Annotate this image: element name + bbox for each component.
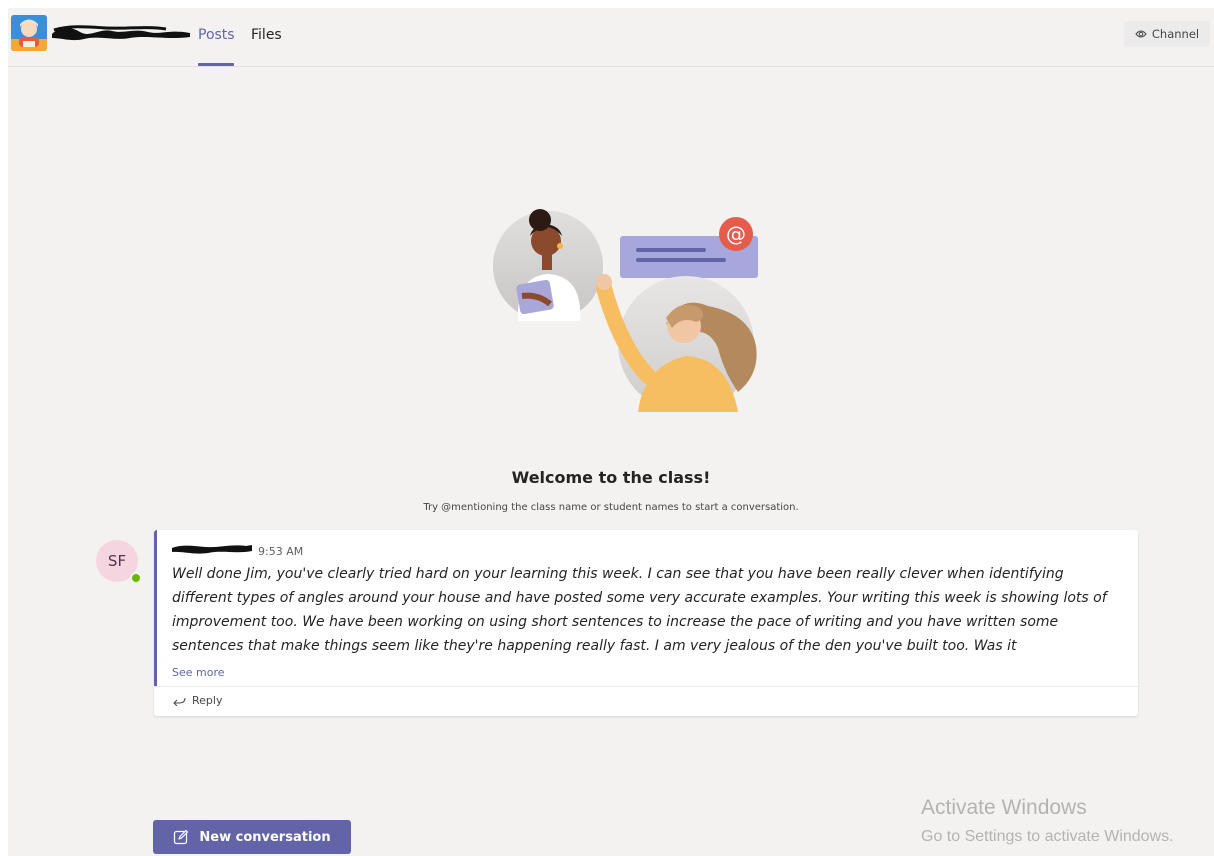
see-more-link[interactable]: See more	[172, 666, 225, 679]
channel-info-button[interactable]: Channel	[1124, 21, 1210, 47]
reply-button[interactable]: Reply	[172, 694, 222, 707]
channel-button-label: Channel	[1151, 27, 1200, 41]
welcome-title: Welcome to the class!	[511, 468, 711, 487]
presence-available-icon	[130, 572, 142, 584]
post-accent-bar	[154, 530, 157, 686]
tab-files[interactable]: Files	[251, 27, 282, 43]
eye-icon	[1135, 30, 1147, 38]
svg-text:@: @	[726, 222, 746, 246]
conversation-post: 9:53 AM Well done Jim, you've clearly tr…	[154, 530, 1138, 716]
team-avatar[interactable]	[11, 15, 47, 51]
activate-windows-subtitle: Go to Settings to activate Windows.	[921, 828, 1174, 845]
team-name-redaction	[52, 25, 190, 41]
activate-windows-title: Activate Windows	[921, 796, 1087, 819]
teams-channel-view: Posts Files Channel @ Welcome to the cla…	[8, 8, 1214, 856]
welcome-subtitle: Try @mentioning the class name or studen…	[423, 502, 799, 513]
tab-posts[interactable]: Posts	[198, 27, 235, 43]
active-tab-indicator	[198, 63, 234, 66]
post-message-body: Well done Jim, you've clearly tried hard…	[172, 566, 1107, 654]
avatar-initials: SF	[107, 552, 127, 570]
reply-bar: Reply	[154, 686, 1138, 716]
compose-icon	[174, 829, 189, 845]
author-name-redaction	[172, 545, 252, 554]
welcome-illustration: @	[493, 209, 758, 412]
reply-arrow-icon	[173, 697, 186, 706]
post-timestamp: 9:53 AM	[258, 545, 304, 558]
new-conversation-button[interactable]: New conversation	[153, 820, 351, 854]
channel-header: Posts Files Channel	[8, 8, 1214, 67]
new-conversation-label: New conversation	[199, 829, 331, 845]
reply-label: Reply	[192, 694, 223, 707]
